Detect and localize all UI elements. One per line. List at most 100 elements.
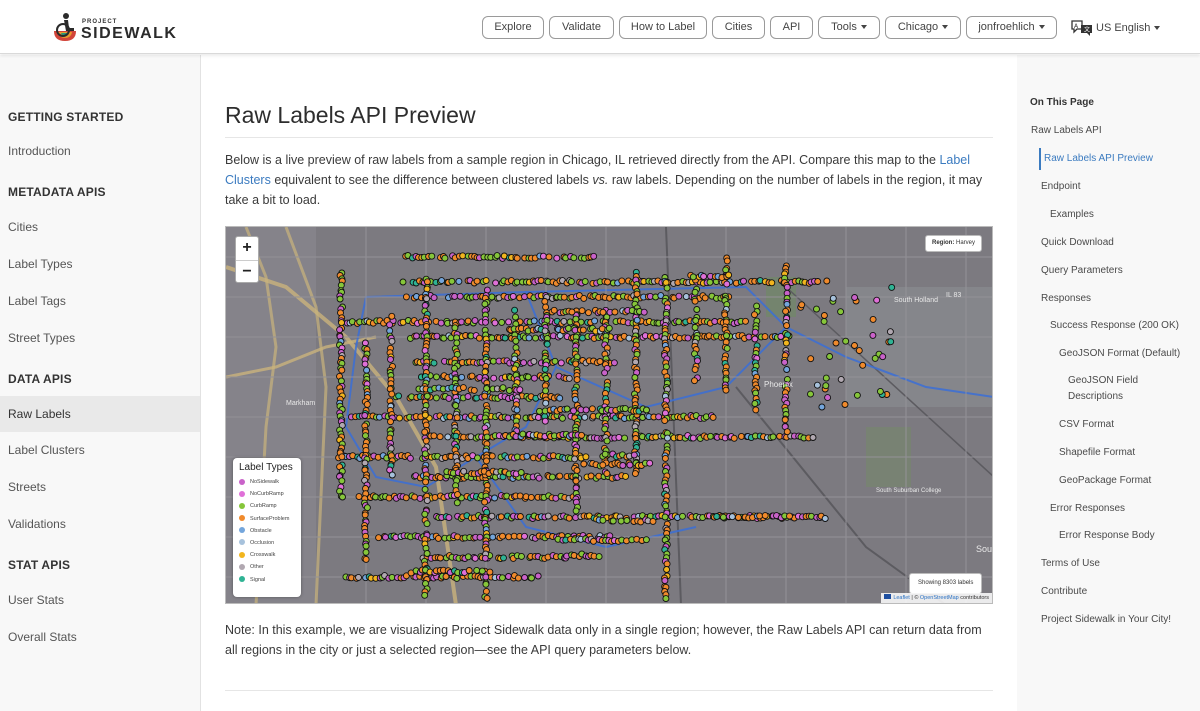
label-marker[interactable] [406,454,414,462]
label-marker[interactable] [423,295,431,303]
label-marker[interactable] [489,357,497,365]
toc-item-active[interactable]: Raw Labels API Preview [1044,151,1153,167]
label-marker[interactable] [542,375,550,382]
label-marker[interactable] [751,328,759,336]
label-marker[interactable] [460,467,468,475]
label-marker[interactable] [661,417,669,425]
label-marker[interactable] [511,306,519,314]
label-marker[interactable] [362,555,370,563]
label-marker[interactable] [618,277,626,285]
nav-city-dropdown[interactable]: Chicago [885,16,961,39]
label-marker[interactable] [421,485,429,493]
label-marker[interactable] [432,394,440,402]
label-marker[interactable] [605,324,613,332]
label-marker[interactable] [560,293,568,301]
label-marker[interactable] [436,433,444,441]
label-marker[interactable] [382,533,389,541]
label-marker[interactable] [769,433,777,441]
label-marker[interactable] [820,317,828,325]
label-marker[interactable] [519,430,527,438]
sidebar-item-label-clusters[interactable]: Label Clusters [0,432,200,468]
label-marker[interactable] [832,339,840,347]
label-marker[interactable] [851,294,859,301]
label-marker[interactable] [751,335,759,343]
label-marker[interactable] [473,277,481,285]
label-marker[interactable] [565,514,573,522]
label-marker[interactable] [518,552,525,560]
label-marker[interactable] [338,319,345,327]
label-marker[interactable] [707,432,714,440]
label-marker[interactable] [361,339,369,347]
label-marker[interactable] [783,283,791,291]
label-marker[interactable] [520,359,528,367]
label-marker[interactable] [497,513,505,521]
label-marker[interactable] [483,457,490,465]
label-marker[interactable] [621,434,629,442]
label-marker[interactable] [756,512,764,520]
label-marker[interactable] [809,434,817,441]
label-marker[interactable] [652,332,660,340]
label-marker[interactable] [339,493,346,501]
label-marker[interactable] [761,333,769,341]
label-marker[interactable] [807,355,815,363]
label-marker[interactable] [813,381,821,389]
label-marker[interactable] [500,554,507,562]
label-marker[interactable] [572,507,580,515]
label-marker[interactable] [505,533,513,541]
sidebar-item-label-types[interactable]: Label Types [0,246,200,282]
language-dropdown[interactable]: A 文 US English [1071,18,1161,38]
label-marker[interactable] [436,554,444,562]
label-marker[interactable] [582,453,590,461]
toc-item[interactable]: Responses [1041,291,1091,307]
label-marker[interactable] [553,254,561,262]
label-marker[interactable] [476,533,484,541]
label-marker[interactable] [430,432,438,440]
label-marker[interactable] [471,554,479,562]
label-marker[interactable] [723,257,731,265]
label-marker[interactable] [842,337,850,345]
label-marker[interactable] [694,357,701,365]
label-marker[interactable] [402,293,410,301]
label-marker[interactable] [556,394,564,402]
label-marker[interactable] [517,469,525,476]
label-marker[interactable] [423,392,431,400]
label-marker[interactable] [563,405,571,413]
label-marker[interactable] [551,514,559,522]
label-marker[interactable] [822,382,830,390]
label-marker[interactable] [536,407,543,415]
label-marker[interactable] [573,467,581,474]
label-marker[interactable] [550,306,558,314]
label-marker[interactable] [421,510,429,518]
label-marker[interactable] [565,374,573,382]
label-marker[interactable] [499,384,507,392]
label-marker[interactable] [453,339,461,347]
label-marker[interactable] [642,536,650,544]
toc-item[interactable]: Descriptions [1068,389,1123,405]
label-marker[interactable] [483,385,491,393]
label-marker[interactable] [388,337,396,345]
label-marker[interactable] [444,433,452,441]
label-marker[interactable] [590,537,597,545]
label-marker[interactable] [363,400,371,408]
label-marker[interactable] [481,498,489,506]
label-marker[interactable] [473,566,481,574]
label-marker[interactable] [451,292,459,300]
label-marker[interactable] [437,319,445,327]
label-marker[interactable] [823,277,831,285]
label-marker[interactable] [691,323,699,331]
label-marker[interactable] [530,317,538,325]
map-tiles[interactable]: IL 83 Phoenix South Holland South Suburb… [226,227,993,604]
label-marker[interactable] [545,253,553,261]
label-marker[interactable] [572,449,580,457]
label-marker[interactable] [829,294,837,302]
label-marker[interactable] [532,334,539,342]
label-marker[interactable] [541,298,549,305]
label-marker[interactable] [491,319,499,327]
label-marker[interactable] [423,497,431,505]
label-marker[interactable] [706,278,714,286]
label-marker[interactable] [542,399,550,407]
label-marker[interactable] [446,413,454,421]
label-marker[interactable] [886,328,894,336]
label-marker[interactable] [441,254,449,262]
label-marker[interactable] [663,284,671,292]
